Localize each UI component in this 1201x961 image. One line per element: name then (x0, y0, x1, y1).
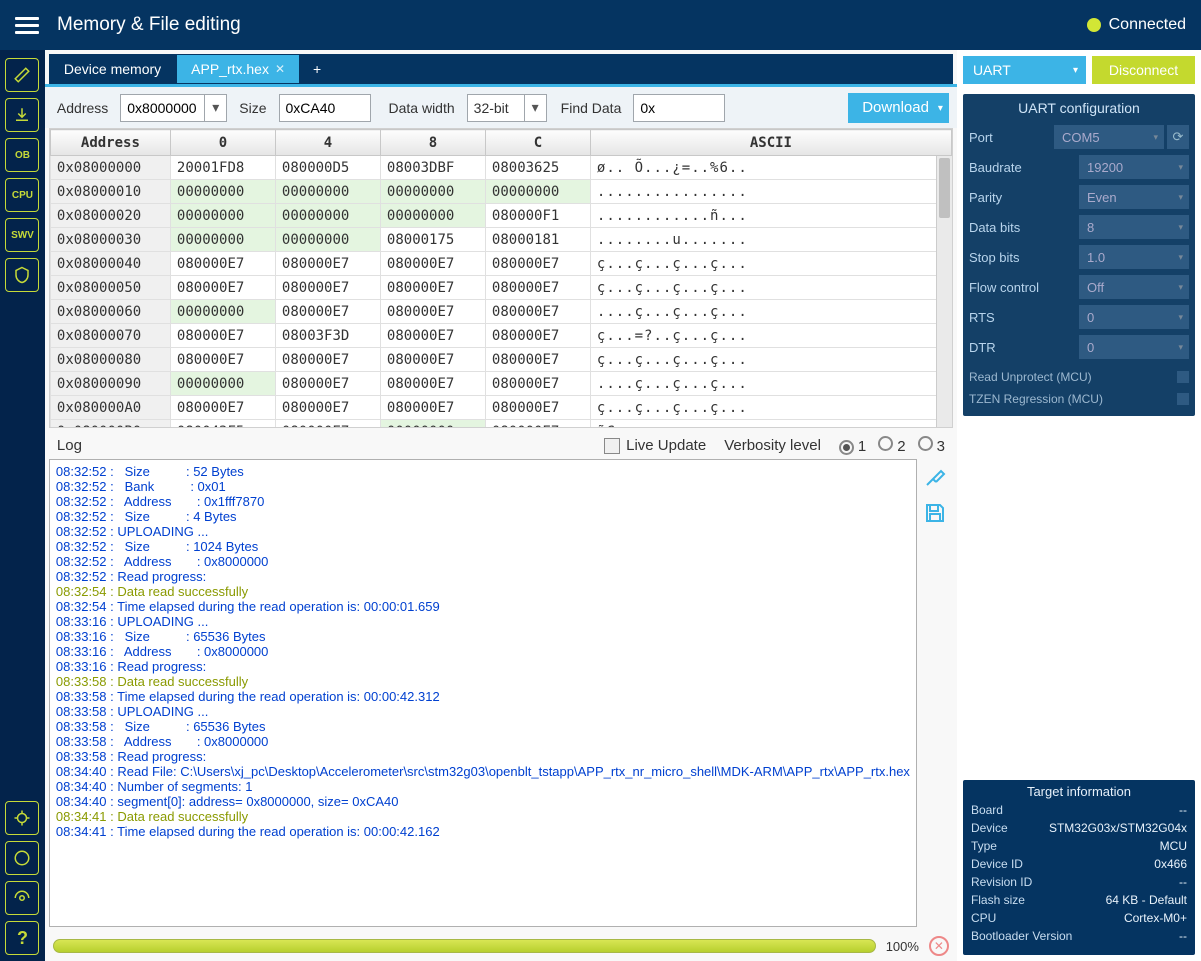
uart-config-title: UART configuration (969, 100, 1189, 116)
cfg-rts-select[interactable]: 0▾ (1079, 305, 1189, 329)
cfg-stop-bits-select[interactable]: 1.0▾ (1079, 245, 1189, 269)
sidebar: OB CPU SWV ? (0, 50, 45, 961)
menu-button[interactable] (15, 13, 39, 37)
sb-help-icon[interactable]: ? (5, 921, 39, 955)
refresh-icon[interactable]: ⟳ (1167, 125, 1189, 149)
col-header: ASCII (590, 130, 951, 156)
address-input[interactable] (120, 94, 205, 122)
verbosity-label: Verbosity level (724, 437, 821, 454)
table-row[interactable]: 0x0800000020001FD8080000D508003DBF080036… (50, 156, 951, 180)
table-row[interactable]: 0x08000070080000E708003F3D080000E7080000… (50, 324, 951, 348)
cfg-label: RTS (969, 310, 1079, 325)
target-row: Device ID0x466 (971, 857, 1187, 875)
sb-el-icon[interactable] (5, 841, 39, 875)
col-header: C (485, 130, 590, 156)
table-row[interactable]: 0x08000040080000E7080000E7080000E7080000… (50, 252, 951, 276)
table-row[interactable]: 0x08000020000000000000000000000000080000… (50, 204, 951, 228)
target-row: Flash size64 KB - Default (971, 893, 1187, 911)
tabs: Device memoryAPP_rtx.hex✕+ (49, 54, 953, 84)
cfg-label: Parity (969, 190, 1079, 205)
target-row: CPUCortex-M0+ (971, 911, 1187, 929)
table-row[interactable]: 0x080000B0080043F5080000E700000000080000… (50, 420, 951, 429)
cfg-data-bits-select[interactable]: 8▾ (1079, 215, 1189, 239)
sb-download-icon[interactable] (5, 98, 39, 132)
cfg-port-select[interactable]: COM5▾ (1054, 125, 1164, 149)
sb-bug-icon[interactable] (5, 801, 39, 835)
verbosity-radio-1[interactable] (839, 440, 854, 455)
find-label: Find Data (561, 100, 622, 116)
filter-bar: Address ▾ Size Data width 32-bit▾ Find D… (45, 84, 957, 128)
sb-hex-icon[interactable] (5, 881, 39, 915)
cfg-label: Baudrate (969, 160, 1079, 175)
table-row[interactable]: 0x0800009000000000080000E7080000E7080000… (50, 372, 951, 396)
target-row: DeviceSTM32G03x/STM32G04x (971, 821, 1187, 839)
close-icon[interactable]: ✕ (275, 62, 285, 76)
connection-status: Connected (1109, 16, 1186, 34)
sb-edit-icon[interactable] (5, 58, 39, 92)
cfg-baudrate-select[interactable]: 19200▾ (1079, 155, 1189, 179)
clear-log-icon[interactable] (923, 465, 947, 489)
table-row[interactable]: 0x080000A0080000E7080000E7080000E7080000… (50, 396, 951, 420)
cfg-checkbox[interactable]: Read Unprotect (MCU) (969, 366, 1189, 388)
width-dropdown-icon[interactable]: ▾ (525, 94, 547, 122)
right-panel: UART▾ Disconnect UART configuration Port… (957, 50, 1201, 961)
col-header: Address (50, 130, 170, 156)
size-label: Size (239, 100, 266, 116)
col-header: 0 (170, 130, 275, 156)
target-row: Revision ID-- (971, 875, 1187, 893)
connection-select[interactable]: UART▾ (963, 56, 1086, 84)
cfg-label: Port (969, 130, 1054, 145)
size-input[interactable] (279, 94, 371, 122)
tab-device-memory[interactable]: Device memory (49, 54, 176, 84)
table-row[interactable]: 0x08000050080000E7080000E7080000E7080000… (50, 276, 951, 300)
topbar: Memory & File editing Connected (0, 0, 1201, 50)
verbosity-radio-2[interactable] (878, 436, 893, 451)
target-info-title: Target information (971, 784, 1187, 799)
sb-shield-icon[interactable] (5, 258, 39, 292)
address-label: Address (57, 100, 108, 116)
sb-swv-icon[interactable]: SWV (5, 218, 39, 252)
disconnect-button[interactable]: Disconnect (1092, 56, 1195, 84)
download-button[interactable]: Download▾ (848, 93, 949, 123)
cfg-dtr-select[interactable]: 0▾ (1079, 335, 1189, 359)
table-row[interactable]: 0x08000030000000000000000008000175080001… (50, 228, 951, 252)
cfg-checkbox[interactable]: TZEN Regression (MCU) (969, 388, 1189, 410)
log-label: Log (57, 437, 82, 454)
address-dropdown-icon[interactable]: ▾ (205, 94, 227, 122)
table-scrollbar[interactable] (936, 156, 952, 427)
find-input[interactable] (633, 94, 725, 122)
log-output[interactable]: 08:32:52 : Size : 52 Bytes08:32:52 : Ban… (49, 459, 917, 927)
add-tab-button[interactable]: + (302, 54, 332, 84)
table-row[interactable]: 0x08000080080000E7080000E7080000E7080000… (50, 348, 951, 372)
col-header: 4 (275, 130, 380, 156)
cfg-label: Flow control (969, 280, 1079, 295)
progress-percent: 100% (886, 939, 919, 954)
target-row: Bootloader Version-- (971, 929, 1187, 947)
tab-app_rtx-hex[interactable]: APP_rtx.hex✕ (176, 54, 300, 84)
save-log-icon[interactable] (923, 501, 947, 525)
page-title: Memory & File editing (57, 14, 1087, 36)
status-dot-icon (1087, 18, 1101, 32)
width-select[interactable]: 32-bit (467, 94, 525, 122)
col-header: 8 (380, 130, 485, 156)
progress-bar (53, 939, 876, 953)
cancel-icon[interactable]: ✕ (929, 936, 949, 956)
sb-ob-icon[interactable]: OB (5, 138, 39, 172)
live-update-checkbox[interactable]: Live Update (604, 437, 706, 454)
table-row[interactable]: 0x0800006000000000080000E7080000E7080000… (50, 300, 951, 324)
cfg-label: Data bits (969, 220, 1079, 235)
cfg-label: DTR (969, 340, 1079, 355)
target-row: Board-- (971, 803, 1187, 821)
target-row: TypeMCU (971, 839, 1187, 857)
cfg-label: Stop bits (969, 250, 1079, 265)
width-label: Data width (389, 100, 455, 116)
sb-cpu-icon[interactable]: CPU (5, 178, 39, 212)
memory-table: Address048CASCII0x0800000020001FD8080000… (49, 128, 953, 428)
table-row[interactable]: 0x08000010000000000000000000000000000000… (50, 180, 951, 204)
cfg-flow-control-select[interactable]: Off▾ (1079, 275, 1189, 299)
verbosity-radio-3[interactable] (918, 436, 933, 451)
cfg-parity-select[interactable]: Even▾ (1079, 185, 1189, 209)
